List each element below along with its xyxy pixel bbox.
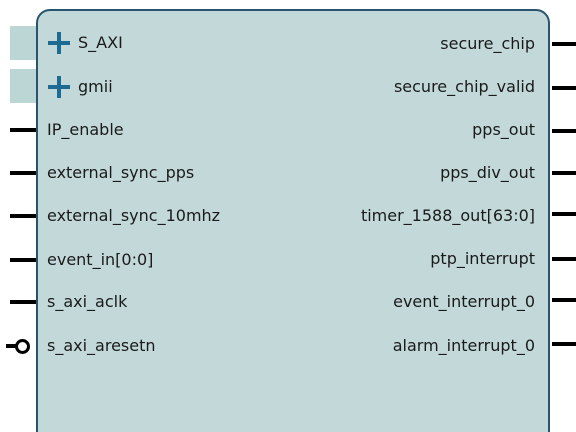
port-label-gmii: gmii bbox=[78, 77, 113, 96]
bus-tab-gmii bbox=[10, 69, 37, 103]
inversion-bubble-icon bbox=[15, 339, 30, 354]
port-label-external-sync-pps: external_sync_pps bbox=[47, 163, 195, 182]
port-label-s-axi-aclk: s_axi_aclk bbox=[47, 292, 128, 311]
pin-ip-enable[interactable] bbox=[10, 128, 36, 132]
port-label-secure-chip-valid: secure_chip_valid bbox=[393, 77, 535, 96]
expand-bus-s-axi-plus-icon[interactable] bbox=[48, 32, 70, 54]
port-label-timer-1588-out: timer_1588_out[63:0] bbox=[360, 206, 535, 225]
port-label-pps-out: pps_out bbox=[472, 120, 535, 139]
port-label-pps-div-out: pps_div_out bbox=[440, 163, 535, 182]
pin-secure-chip-valid[interactable] bbox=[552, 86, 576, 90]
port-label-alarm-interrupt-0: alarm_interrupt_0 bbox=[392, 336, 535, 355]
port-label-event-interrupt-0: event_interrupt_0 bbox=[393, 292, 535, 311]
pin-pps-div-out[interactable] bbox=[552, 171, 576, 175]
port-label-ip-enable: IP_enable bbox=[47, 120, 124, 139]
port-label-ptp-interrupt: ptp_interrupt bbox=[430, 249, 535, 268]
pin-secure-chip[interactable] bbox=[552, 42, 576, 46]
port-label-s-axi: S_AXI bbox=[78, 33, 123, 52]
pin-event-in[interactable] bbox=[10, 258, 36, 262]
pin-ptp-interrupt[interactable] bbox=[552, 257, 576, 261]
pin-s-axi-aclk[interactable] bbox=[10, 300, 36, 304]
port-label-secure-chip: secure_chip bbox=[440, 34, 535, 53]
port-label-s-axi-aresetn: s_axi_aresetn bbox=[47, 336, 156, 355]
pin-pps-out[interactable] bbox=[552, 129, 576, 133]
pin-external-sync-10mhz[interactable] bbox=[10, 214, 36, 218]
bus-tab-s-axi bbox=[10, 26, 37, 60]
pin-external-sync-pps[interactable] bbox=[10, 171, 36, 175]
port-label-external-sync-10mhz: external_sync_10mhz bbox=[47, 206, 221, 225]
expand-bus-gmii-plus-icon[interactable] bbox=[48, 76, 70, 98]
pin-alarm-interrupt-0[interactable] bbox=[552, 342, 576, 346]
port-label-event-in: event_in[0:0] bbox=[47, 250, 154, 269]
pin-timer-1588-out[interactable] bbox=[552, 212, 576, 216]
ip-block-diagram: S_AXI gmii IP_enable external_sync_pps e… bbox=[0, 0, 576, 432]
pin-event-interrupt-0[interactable] bbox=[552, 298, 576, 302]
